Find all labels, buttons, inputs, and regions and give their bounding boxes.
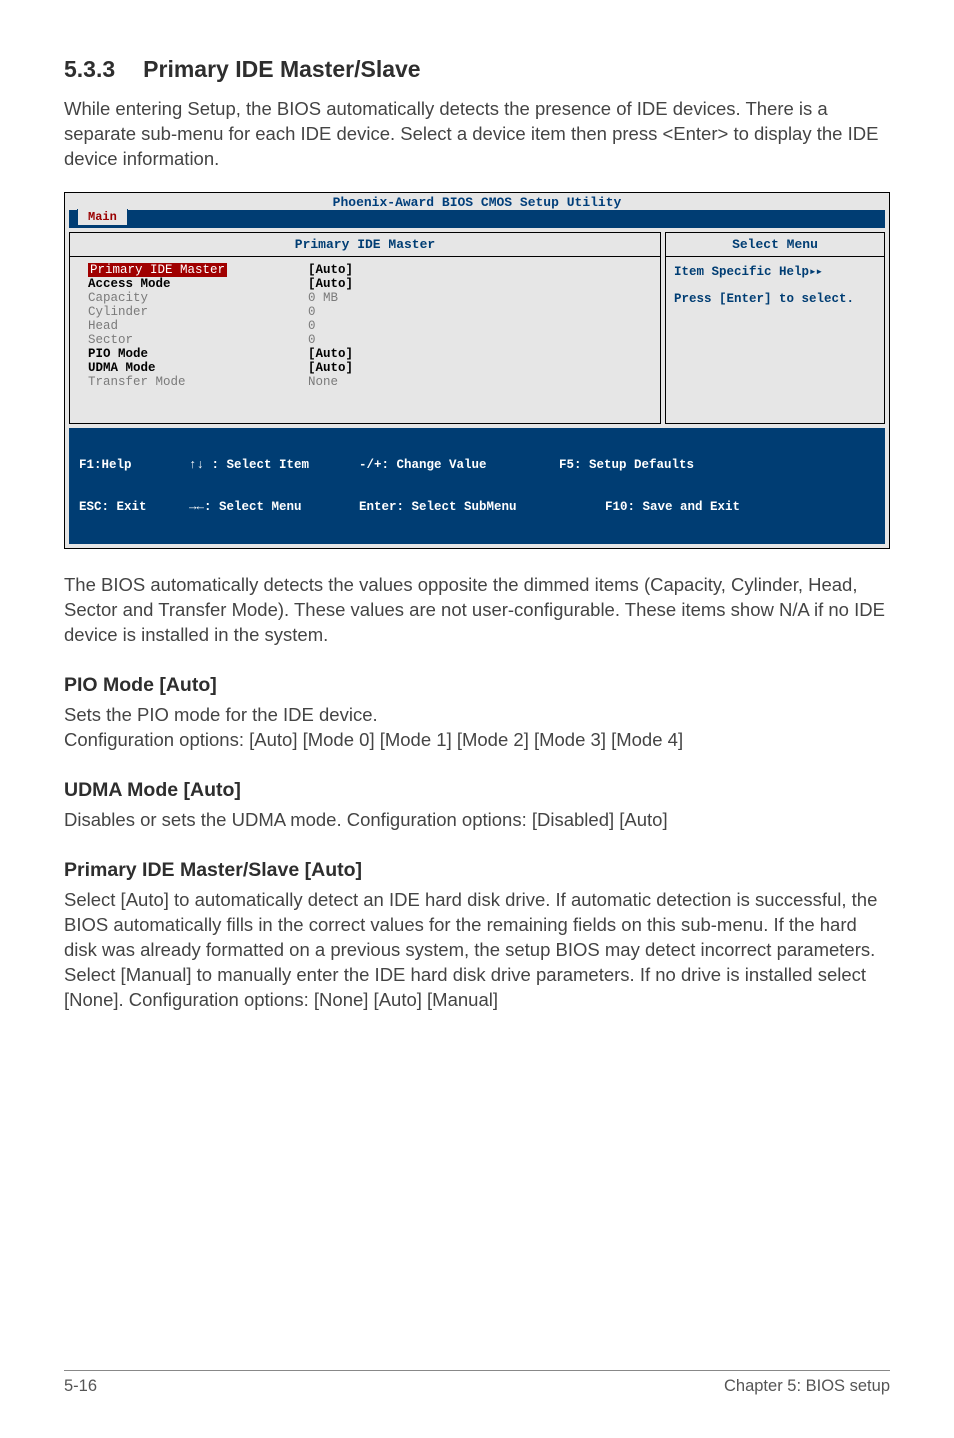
- bios-setting-value: 0 MB: [308, 291, 648, 305]
- primary-ide-body: Select [Auto] to automatically detect an…: [64, 888, 890, 1013]
- bios-key-enter-sub: Enter: Select SubMenu: [359, 500, 559, 514]
- bios-setting-row: Capacity0 MB: [88, 291, 648, 305]
- bios-setting-row: UDMA Mode[Auto]: [88, 361, 648, 375]
- bios-footer: F1:Help ESC: Exit ↑↓ : Select Item →←: S…: [69, 428, 885, 544]
- bios-setting-label: PIO Mode: [88, 347, 308, 361]
- bios-setting-row: Transfer ModeNone: [88, 375, 648, 389]
- bios-setting-row: Primary IDE Master[Auto]: [88, 263, 648, 277]
- bios-help-line1: Item Specific Help▸▸: [674, 263, 876, 282]
- bios-setting-row: Head0: [88, 319, 648, 333]
- bios-setting-row: PIO Mode[Auto]: [88, 347, 648, 361]
- bios-setting-value: None: [308, 375, 648, 389]
- bios-key-change-value: -/+: Change Value: [359, 458, 559, 472]
- page-footer: 5-16 Chapter 5: BIOS setup: [64, 1370, 890, 1396]
- bios-setting-value: [Auto]: [308, 361, 648, 375]
- bios-key-select-item: ↑↓ : Select Item: [189, 458, 359, 472]
- bios-setting-row: Access Mode[Auto]: [88, 277, 648, 291]
- after-bios-paragraph: The BIOS automatically detects the value…: [64, 573, 890, 648]
- triangle-right-icon: ▸▸: [809, 265, 822, 279]
- intro-paragraph: While entering Setup, the BIOS automatic…: [64, 97, 890, 172]
- bios-settings-list: Primary IDE Master[Auto]Access Mode[Auto…: [70, 257, 660, 423]
- bios-setting-label: Access Mode: [88, 277, 308, 291]
- page-number: 5-16: [64, 1377, 97, 1396]
- bios-setting-label: UDMA Mode: [88, 361, 308, 375]
- bios-setting-label: Cylinder: [88, 305, 308, 319]
- bios-key-select-menu: →←: Select Menu: [189, 500, 359, 514]
- bios-left-panel: Primary IDE Master Primary IDE Master[Au…: [69, 232, 661, 424]
- pio-mode-heading: PIO Mode [Auto]: [64, 674, 890, 697]
- section-number: 5.3.3: [64, 56, 115, 83]
- bios-setting-label: Transfer Mode: [88, 375, 308, 389]
- chapter-label: Chapter 5: BIOS setup: [724, 1377, 890, 1396]
- bios-setting-label: Primary IDE Master: [88, 263, 308, 277]
- bios-tab-main: Main: [77, 209, 128, 226]
- pio-mode-line1: Sets the PIO mode for the IDE device.: [64, 703, 890, 728]
- bios-setting-row: Sector0: [88, 333, 648, 347]
- bios-key-f10: F10: Save and Exit: [559, 500, 875, 514]
- bios-setting-value: 0: [308, 319, 648, 333]
- bios-key-esc: ESC: Exit: [79, 500, 189, 514]
- bios-setting-label: Head: [88, 319, 308, 333]
- bios-key-f5: F5: Setup Defaults: [559, 458, 875, 472]
- bios-right-panel: Select Menu Item Specific Help▸▸ Press […: [665, 232, 885, 424]
- bios-setting-value: 0: [308, 305, 648, 319]
- bios-setting-value: [Auto]: [308, 277, 648, 291]
- udma-mode-line1: Disables or sets the UDMA mode. Configur…: [64, 808, 890, 833]
- section-heading: 5.3.3 Primary IDE Master/Slave: [64, 56, 890, 83]
- bios-help-line2: Press [Enter] to select.: [674, 290, 876, 309]
- bios-setting-row: Cylinder0: [88, 305, 648, 319]
- bios-key-f1: F1:Help: [79, 458, 189, 472]
- pio-mode-line2: Configuration options: [Auto] [Mode 0] […: [64, 728, 890, 753]
- bios-setting-label: Sector: [88, 333, 308, 347]
- bios-setting-value: [Auto]: [308, 347, 648, 361]
- bios-setting-value: 0: [308, 333, 648, 347]
- bios-setting-value: [Auto]: [308, 263, 648, 277]
- bios-tab-row: Main: [69, 210, 885, 228]
- udma-mode-heading: UDMA Mode [Auto]: [64, 779, 890, 802]
- bios-setting-label: Capacity: [88, 291, 308, 305]
- bios-left-head: Primary IDE Master: [70, 233, 660, 257]
- bios-titlebar: Phoenix-Award BIOS CMOS Setup Utility: [65, 193, 889, 210]
- bios-screenshot: Phoenix-Award BIOS CMOS Setup Utility Ma…: [64, 192, 890, 549]
- primary-ide-heading: Primary IDE Master/Slave [Auto]: [64, 859, 890, 882]
- bios-right-head: Select Menu: [666, 233, 884, 257]
- section-title: Primary IDE Master/Slave: [143, 56, 420, 83]
